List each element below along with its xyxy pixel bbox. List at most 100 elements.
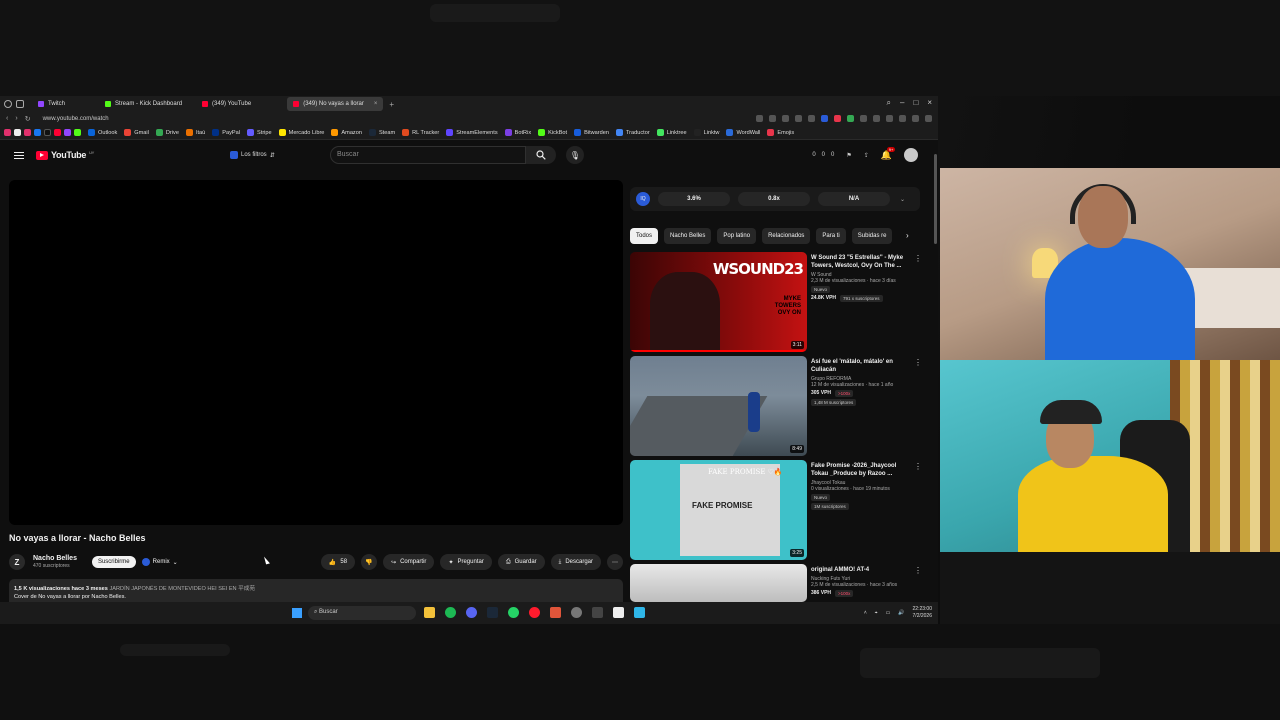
youtube-icon[interactable] (54, 129, 61, 136)
extension-icon[interactable] (769, 115, 776, 122)
search-tabs-icon[interactable]: ⌕ (887, 98, 891, 108)
bookmark-item[interactable]: Linktree (656, 129, 687, 136)
bookmark-item[interactable]: Emojis (767, 129, 794, 136)
menu-icon[interactable] (925, 115, 932, 122)
chip-todos[interactable]: Todos (630, 228, 659, 244)
bookmark-item[interactable]: WordWall (726, 129, 760, 136)
bookmark-item[interactable]: Linktw (693, 129, 719, 136)
more-options-icon[interactable]: ⋮ (914, 358, 922, 367)
more-options-icon[interactable]: ⋮ (914, 566, 922, 575)
chip-for-you[interactable]: Para ti (816, 228, 846, 244)
notifications-button[interactable]: 🔔 9+ (881, 146, 896, 161)
more-actions-button[interactable]: ⋯ (607, 554, 623, 570)
filters-button[interactable]: Los filtros ⇵ (230, 149, 275, 161)
share-button[interactable]: ↪ Compartir (383, 554, 435, 570)
network-icon[interactable]: ▭ (886, 610, 891, 616)
more-options-icon[interactable]: ⋮ (914, 462, 922, 471)
bookmark-item[interactable]: Traductor (615, 129, 650, 136)
app-icon[interactable] (550, 607, 561, 618)
chip-channel[interactable]: Nacho Belles (664, 228, 712, 244)
recommendation-item[interactable]: FAKE PROMISE ♡🔥 FAKE PROMISE 3:25 Fake P… (630, 460, 928, 560)
bookmark-item[interactable]: Outlook (88, 129, 117, 136)
extension-icon[interactable] (886, 115, 893, 122)
steam-icon[interactable] (487, 607, 498, 618)
minimize-button[interactable]: – (900, 98, 904, 108)
extension-shield-icon[interactable]: ⚑ (846, 152, 851, 159)
extension-icon[interactable] (847, 115, 854, 122)
bookmark-item[interactable]: BotRix (504, 129, 531, 136)
bookmark-item[interactable]: Gmail (124, 129, 149, 136)
forward-icon[interactable]: › (15, 115, 17, 123)
extension-icon[interactable] (860, 115, 867, 122)
create-icon[interactable]: ⇪ (864, 152, 869, 159)
extension-icon[interactable] (899, 115, 906, 122)
video-thumbnail[interactable]: WSOUND23 MYKE TOWERS OVY ON 3:11 (630, 252, 807, 352)
chip-pop-latino[interactable]: Pop latino (717, 228, 757, 244)
bookmark-item[interactable]: RL Tracker (402, 129, 439, 136)
chip-uploads[interactable]: Subidas re (851, 228, 893, 244)
extension-icon[interactable] (756, 115, 763, 122)
subscribe-button[interactable]: Suscribirme (91, 556, 136, 568)
browser-menu-icon[interactable] (4, 100, 12, 108)
bookmark-item[interactable]: PayPal (212, 129, 240, 136)
chip-related[interactable]: Relacionados (762, 228, 811, 244)
x-icon[interactable] (14, 129, 21, 136)
obs-icon[interactable] (571, 607, 582, 618)
back-icon[interactable]: ‹ (6, 115, 8, 123)
chevron-up-icon[interactable]: ˄ (864, 610, 867, 616)
save-button[interactable]: ⎙ Guardar (497, 554, 545, 570)
like-button[interactable]: 👍 58 (320, 554, 356, 570)
bookmark-item[interactable]: StreamElements (446, 129, 498, 136)
opera-icon[interactable] (529, 607, 540, 618)
chevron-down-icon[interactable]: ⌄ (900, 196, 905, 203)
search-input[interactable]: Buscar (330, 146, 526, 164)
video-player[interactable] (9, 180, 623, 525)
recommendation-item[interactable]: 8:49 Así fue el 'mátalo, mátalo' en Culi… (630, 356, 928, 456)
reload-icon[interactable]: ↻ (25, 115, 31, 123)
extension-badge[interactable]: IQ (636, 192, 650, 206)
tab-kick-dashboard[interactable]: Stream - Kick Dashboard (99, 97, 188, 111)
facebook-icon[interactable] (34, 129, 41, 136)
tiktok-icon[interactable] (44, 129, 51, 136)
clock[interactable]: 22:23:00 7/2/2026 (913, 606, 932, 619)
app-icon[interactable] (634, 607, 645, 618)
bookmark-item[interactable]: Amazon (331, 129, 362, 136)
bookmark-item[interactable]: Drive (155, 129, 179, 136)
extension-icon[interactable] (782, 115, 789, 122)
account-avatar[interactable] (904, 148, 918, 162)
new-tab-button[interactable]: + (389, 100, 394, 109)
tab-youtube-home[interactable]: (349) YouTube (196, 97, 257, 111)
remix-button[interactable]: Remix ⌄ (141, 558, 178, 566)
guide-menu-icon[interactable] (14, 151, 24, 159)
taskbar-search[interactable]: ⌕ Buscar (308, 606, 416, 620)
channel-avatar[interactable]: Z (9, 554, 25, 570)
app-icon[interactable] (592, 607, 603, 618)
tab-youtube-video[interactable]: (349) No vayas a llorar × (287, 97, 384, 111)
video-thumbnail[interactable] (630, 564, 807, 602)
volume-icon[interactable]: 🔊 (898, 610, 904, 616)
extension-icon[interactable] (808, 115, 815, 122)
twitch-icon[interactable] (64, 129, 71, 136)
youtube-logo[interactable]: YouTube UY (36, 150, 94, 160)
windows-start-icon[interactable] (292, 608, 302, 618)
bookmark-item[interactable]: KickBot (538, 129, 567, 136)
extension-icon[interactable] (795, 115, 802, 122)
extension-icon[interactable] (873, 115, 880, 122)
url-field[interactable]: www.youtube.com/watch (43, 116, 109, 122)
voice-search-button[interactable]: 🎙 (566, 146, 584, 164)
instagram-icon[interactable] (4, 129, 11, 136)
video-thumbnail[interactable]: 8:49 (630, 356, 807, 456)
extension-icon[interactable] (834, 115, 841, 122)
bookmark-item[interactable]: Itaú (185, 129, 205, 136)
dislike-button[interactable]: 👎 (361, 554, 378, 570)
close-window-button[interactable]: × (927, 98, 932, 108)
location-icon[interactable]: ⌖ (875, 610, 878, 616)
discord-icon[interactable] (466, 607, 477, 618)
close-tab-icon[interactable]: × (374, 101, 378, 107)
maximize-button[interactable]: □ (913, 98, 918, 108)
recommendation-item[interactable]: WSOUND23 MYKE TOWERS OVY ON 3:11 W Sound… (630, 252, 928, 352)
recommendation-item[interactable]: original AMMO! AT-4 Nucking Futs Yuri 2,… (630, 564, 928, 602)
page-scrollbar[interactable] (934, 154, 937, 244)
app-icon[interactable] (613, 607, 624, 618)
instagram-icon[interactable] (24, 129, 31, 136)
